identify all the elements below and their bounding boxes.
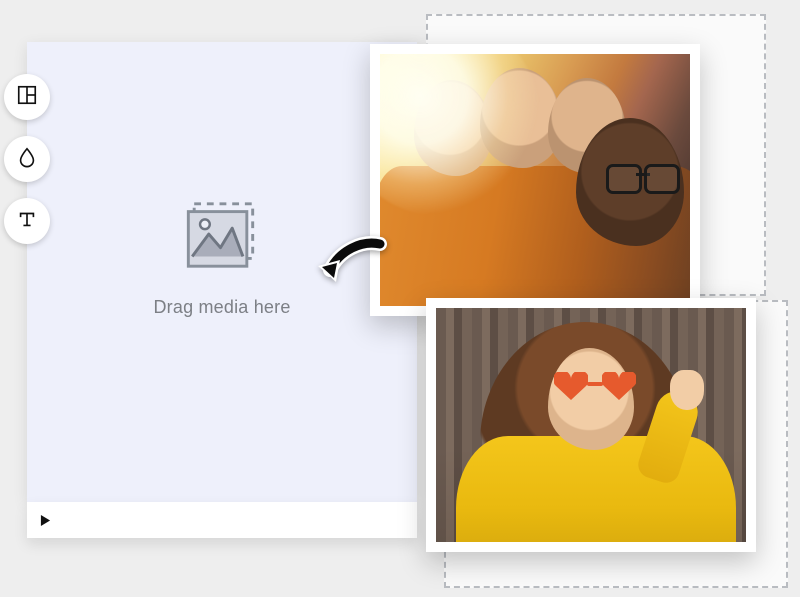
dropzone-inner: Drag media here (153, 197, 290, 318)
text-tool-button[interactable] (4, 198, 50, 244)
tool-rail (4, 74, 50, 244)
timeline-bar (27, 502, 417, 538)
play-button[interactable] (37, 512, 53, 528)
background-tool-button[interactable] (4, 136, 50, 182)
media-thumbnail (380, 54, 690, 306)
media-tile[interactable] (370, 44, 700, 316)
drag-arrow-icon (310, 232, 390, 302)
drop-icon (16, 146, 38, 173)
layout-icon (16, 84, 38, 111)
image-placeholder-icon (183, 197, 261, 275)
dropzone-label: Drag media here (153, 297, 290, 318)
layout-tool-button[interactable] (4, 74, 50, 120)
media-thumbnail (436, 308, 746, 542)
media-tile[interactable] (426, 298, 756, 552)
text-icon (16, 208, 38, 235)
